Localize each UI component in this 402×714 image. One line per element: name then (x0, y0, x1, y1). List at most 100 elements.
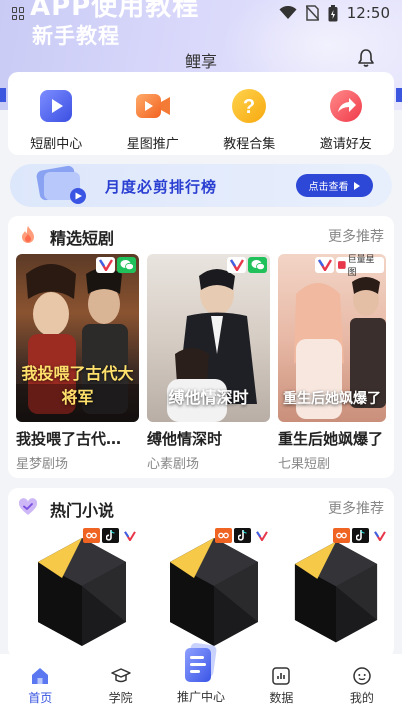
platform-badges (83, 528, 138, 543)
tab-promotion-center[interactable]: 推广中心 (161, 642, 241, 714)
more-recommend-link[interactable]: 更多推荐 (328, 226, 384, 246)
tab-label: 数据 (269, 691, 294, 705)
platform-badges: 巨量星图 (315, 255, 384, 278)
bottom-tab-bar: 首页 学院 推广中心 数据 我的 (0, 642, 402, 714)
poster-title: 重生后她飒爆了 (283, 391, 381, 407)
featured-dramas-section: 精选短剧 更多推荐 我投喂了古代大将军 我投喂了古代… 星梦剧场 缚他情深时 缚… (8, 216, 394, 478)
wechat-icon (117, 257, 136, 273)
kuai-logo-icon (315, 257, 334, 273)
platform-badges (227, 257, 267, 273)
home-icon (32, 668, 49, 684)
drama-name: 我投喂了古代… (16, 430, 122, 448)
platform-badges (215, 528, 270, 543)
poster-title: 缚他情深时 (168, 388, 249, 407)
glasses-app-icon (215, 528, 232, 543)
quick-label: 星图推广 (126, 137, 179, 152)
heart-check-icon (18, 498, 38, 515)
glasses-app-icon (83, 528, 100, 543)
tab-label: 我的 (349, 691, 374, 705)
novel-cover-icon (38, 538, 126, 646)
novel-card[interactable] (154, 528, 274, 656)
quick-star-promo[interactable]: 星图推广 (105, 72, 202, 155)
quick-label: 短剧中心 (30, 137, 83, 152)
kuai-logo-icon (121, 528, 138, 543)
drama-name: 重生后她飒爆了 (278, 430, 384, 448)
video-camera-icon (135, 94, 170, 118)
more-recommend-link[interactable]: 更多推荐 (328, 498, 384, 518)
drama-poster: 缚他情深时 (147, 254, 270, 422)
drama-card[interactable]: 重生后她飒爆了 巨量星图 重生后她飒爆了 七果短剧 (278, 254, 401, 472)
tiktok-icon (102, 528, 119, 543)
quick-label: 教程合集 (223, 137, 276, 152)
drama-card[interactable]: 我投喂了古代大将军 我投喂了古代… 星梦剧场 (16, 254, 139, 472)
academy-icon (110, 668, 131, 683)
svg-text:?: ? (243, 96, 255, 118)
promotion-center-icon (185, 642, 217, 682)
side-accent-right (396, 88, 402, 102)
drama-studio: 心素剧场 (147, 457, 200, 472)
novel-card[interactable] (22, 528, 142, 656)
section-title: 精选短剧 (50, 229, 115, 248)
drama-name: 缚他情深时 (147, 430, 223, 448)
tab-label: 首页 (28, 691, 53, 705)
glasses-app-icon (333, 528, 350, 543)
novel-cover-icon (170, 538, 258, 646)
profile-icon (353, 667, 371, 685)
app-grid-icon (12, 7, 25, 20)
quick-invite-friends[interactable]: 邀请好友 (298, 72, 395, 155)
section-header: 热门小说 更多推荐 (8, 488, 394, 526)
tab-home[interactable]: 首页 (0, 654, 80, 714)
platform-tag-label: 巨量星图 (347, 255, 375, 278)
tab-academy[interactable]: 学院 (80, 654, 160, 714)
banner-view-button[interactable]: 点击查看 (296, 174, 373, 197)
platform-badges (333, 528, 388, 543)
hero-subtitle: 新手教程 (32, 24, 120, 48)
drama-studio: 星梦剧场 (16, 457, 69, 472)
star-map-logo-icon (338, 261, 346, 269)
platform-badges (96, 257, 136, 273)
quick-actions-card: 短剧中心 星图推广 ? 教程合集 邀请好友 (8, 72, 394, 155)
bell-icon[interactable] (356, 48, 376, 68)
drama-poster: 重生后她飒爆了 巨量星图 (278, 254, 386, 422)
novel-card[interactable] (280, 528, 392, 656)
wechat-icon (248, 257, 267, 273)
platform-tag: 巨量星图 (336, 255, 384, 278)
quick-label: 邀请好友 (319, 137, 372, 152)
quick-tutorials[interactable]: ? 教程合集 (201, 72, 298, 155)
tab-profile[interactable]: 我的 (322, 654, 402, 714)
banner-text: 月度必剪排行榜 (105, 178, 218, 196)
kuai-logo-icon (371, 528, 388, 543)
kuai-logo-icon (227, 257, 246, 273)
share-arrow-icon (329, 90, 362, 122)
tiktok-icon (352, 528, 369, 543)
tab-label: 学院 (108, 691, 133, 705)
battery-icon (328, 4, 338, 21)
kuai-logo-icon (96, 257, 115, 273)
drama-studio: 七果短剧 (278, 457, 331, 472)
novel-cover-icon (294, 541, 378, 643)
wifi-icon (279, 6, 297, 19)
side-accent-left (0, 88, 6, 102)
section-title: 热门小说 (50, 501, 115, 520)
quick-drama-center[interactable]: 短剧中心 (8, 72, 105, 155)
drama-card[interactable]: 缚他情深时 缚他情深时 心素剧场 (147, 254, 270, 472)
banner-button-label: 点击查看 (308, 182, 349, 193)
ranking-banner[interactable]: 月度必剪排行榜 点击查看 (10, 164, 392, 207)
status-time: 12:50 (346, 4, 390, 22)
flame-icon (22, 226, 34, 243)
video-play-icon (40, 90, 73, 122)
section-header: 精选短剧 更多推荐 (8, 216, 394, 254)
poster-title: 我投喂了古代大将军 (21, 364, 134, 407)
video-card-icon (36, 165, 86, 204)
tab-data[interactable]: 数据 (241, 654, 321, 714)
play-arrow-icon (353, 181, 360, 190)
tab-label: 推广中心 (177, 690, 226, 704)
no-sim-icon (305, 5, 319, 21)
page-title: 鲤享 (184, 52, 217, 71)
data-chart-icon (272, 667, 291, 685)
drama-poster: 我投喂了古代大将军 (16, 254, 139, 422)
question-icon: ? (232, 89, 267, 123)
tiktok-icon (234, 528, 251, 543)
kuai-logo-icon (253, 528, 270, 543)
hot-novels-section: 热门小说 更多推荐 (8, 488, 394, 658)
